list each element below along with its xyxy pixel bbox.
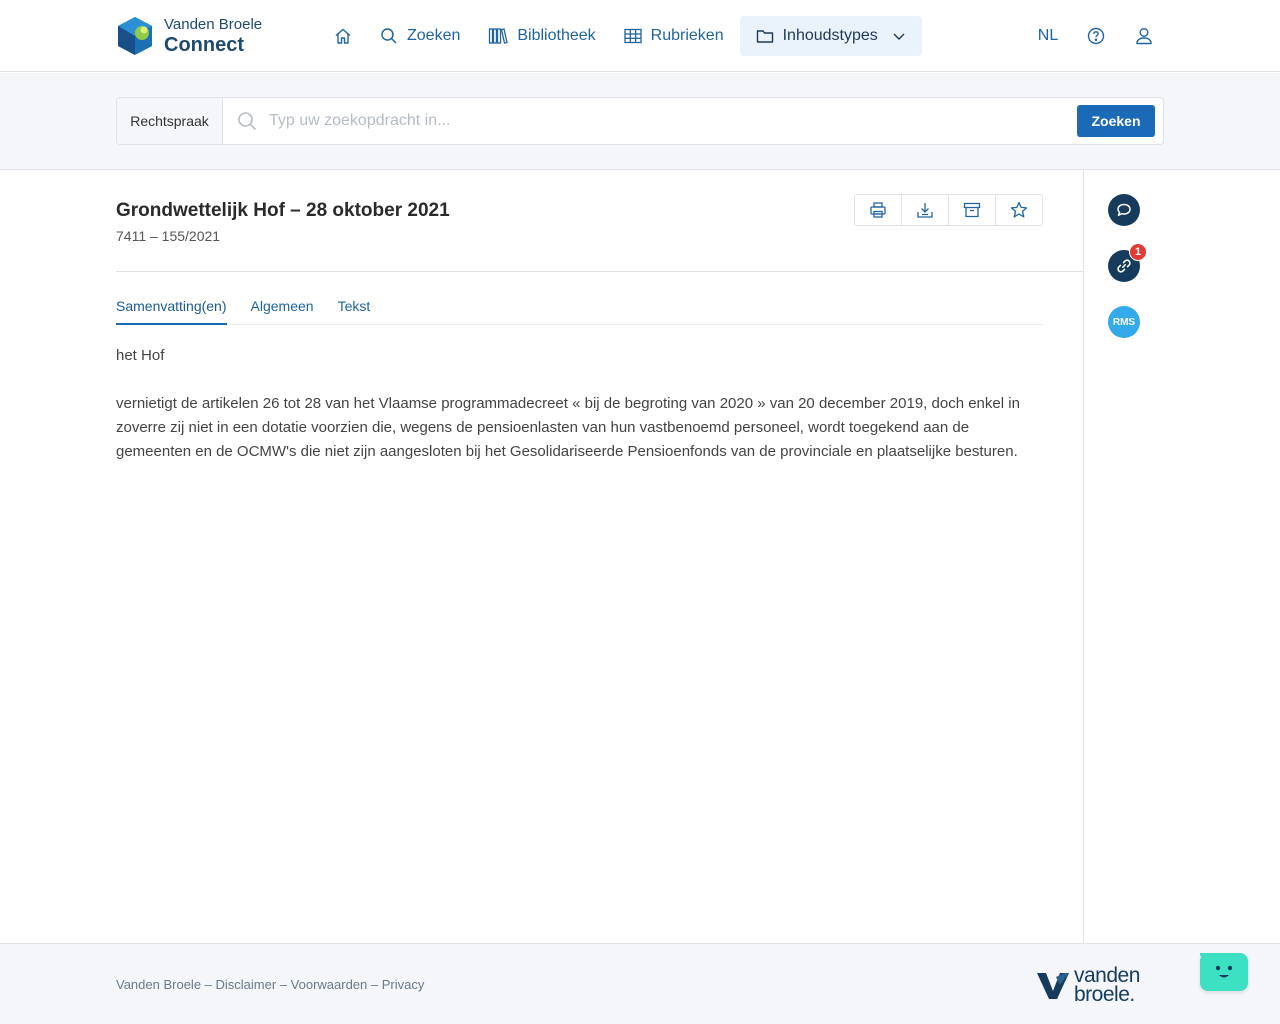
brand-logo-icon	[1037, 973, 1069, 999]
top-navbar: Vanden Broele Connect Zoeken Bibliotheek	[0, 0, 1280, 72]
main-nav: Zoeken Bibliotheek Rubrieken Inhoudstype…	[322, 16, 926, 56]
search-icon	[238, 112, 257, 131]
print-button[interactable]	[855, 195, 902, 225]
footer-separator: –	[367, 977, 382, 992]
document-reference: 7411 – 155/2021	[116, 228, 221, 244]
summary-paragraph: het Hof	[116, 347, 165, 364]
nav-bibliotheek-label: Bibliotheek	[517, 27, 596, 44]
user-icon	[1136, 28, 1152, 45]
footer: Vanden Broele – Disclaimer – Voorwaarden…	[0, 943, 1280, 1024]
search-icon	[381, 28, 397, 44]
document-view: Grondwettelijk Hof – 28 oktober 2021 741…	[0, 170, 1083, 943]
nav-rubrieken-label: Rubrieken	[650, 27, 724, 44]
nav-zoeken-label: Zoeken	[407, 27, 461, 44]
summary-paragraph: vernietigt de artikelen 26 tot 28 van he…	[116, 395, 1020, 460]
nav-inhoudstypes[interactable]: Inhoudstypes	[739, 16, 922, 56]
search-box: Rechtspraak Zoeken	[116, 97, 1164, 145]
chatbot-icon	[1197, 953, 1233, 978]
rms-button[interactable]: RMS	[1108, 306, 1140, 338]
user-menu-button[interactable]	[1128, 16, 1160, 56]
archive-button[interactable]	[949, 195, 996, 225]
nav-rubrieken[interactable]: Rubrieken	[612, 16, 736, 56]
archive-icon	[963, 202, 981, 218]
search-input[interactable]	[269, 112, 1077, 130]
grid-icon	[624, 28, 642, 44]
chatbot-button[interactable]	[1197, 953, 1248, 991]
footer-link-privacy[interactable]: Privacy	[382, 977, 425, 992]
link-icon	[1117, 259, 1131, 273]
search-scope-select[interactable]: Rechtspraak	[117, 98, 223, 144]
library-icon	[489, 28, 509, 44]
footer-link-disclaimer[interactable]: Disclaimer	[216, 977, 277, 992]
logo-icon	[118, 17, 152, 55]
nav-zoeken[interactable]: Zoeken	[368, 16, 472, 56]
tab-samenvatting[interactable]: Samenvatting(en)	[116, 298, 227, 325]
footer-link-vanden-broele[interactable]: Vanden Broele	[116, 977, 201, 992]
footer-links: Vanden Broele – Disclaimer – Voorwaarden…	[116, 977, 424, 992]
nav-home[interactable]	[322, 16, 364, 56]
nav-bibliotheek[interactable]: Bibliotheek	[476, 16, 607, 56]
favorite-button[interactable]	[996, 195, 1042, 225]
logo-line1: Vanden Broele	[164, 16, 263, 33]
brand-line2: broele.	[1074, 983, 1135, 1006]
summary-content: het Hof vernietigt de artikelen 26 tot 2…	[116, 344, 1046, 488]
side-rail-divider	[1083, 170, 1084, 943]
tab-algemeen[interactable]: Algemeen	[251, 298, 314, 325]
logo-line2: Connect	[164, 34, 244, 56]
comments-button[interactable]	[1108, 194, 1140, 226]
folder-icon	[756, 30, 773, 43]
download-button[interactable]	[902, 195, 949, 225]
comment-icon	[1117, 203, 1131, 217]
help-button[interactable]	[1080, 16, 1112, 56]
app-logo[interactable]: Vanden Broele Connect	[116, 15, 276, 57]
chevron-down-icon	[893, 33, 905, 40]
nav-inhoudstypes-label: Inhoudstypes	[782, 27, 878, 44]
links-count-badge: 1	[1129, 243, 1147, 261]
language-switch[interactable]: NL	[1032, 16, 1064, 56]
page-title: Grondwettelijk Hof – 28 oktober 2021	[116, 200, 450, 221]
search-band: Rechtspraak Zoeken	[0, 73, 1280, 170]
tab-tekst[interactable]: Tekst	[338, 298, 371, 325]
star-icon	[1010, 201, 1028, 218]
home-icon	[335, 28, 351, 44]
header-divider	[116, 271, 1083, 272]
document-tabs: Samenvatting(en) Algemeen Tekst	[116, 298, 1043, 325]
footer-separator: –	[276, 977, 291, 992]
vanden-broele-brand[interactable]: vanden broele.	[1036, 965, 1166, 1006]
document-toolbar	[854, 194, 1043, 226]
footer-separator: –	[201, 977, 216, 992]
footer-link-voorwaarden[interactable]: Voorwaarden	[291, 977, 368, 992]
brand-text: vanden broele.	[1074, 965, 1140, 1006]
help-icon	[1087, 27, 1105, 45]
download-icon	[917, 203, 933, 218]
search-button[interactable]: Zoeken	[1077, 105, 1155, 137]
print-icon	[870, 202, 886, 218]
logo-text: Vanden Broele Connect	[164, 17, 262, 55]
